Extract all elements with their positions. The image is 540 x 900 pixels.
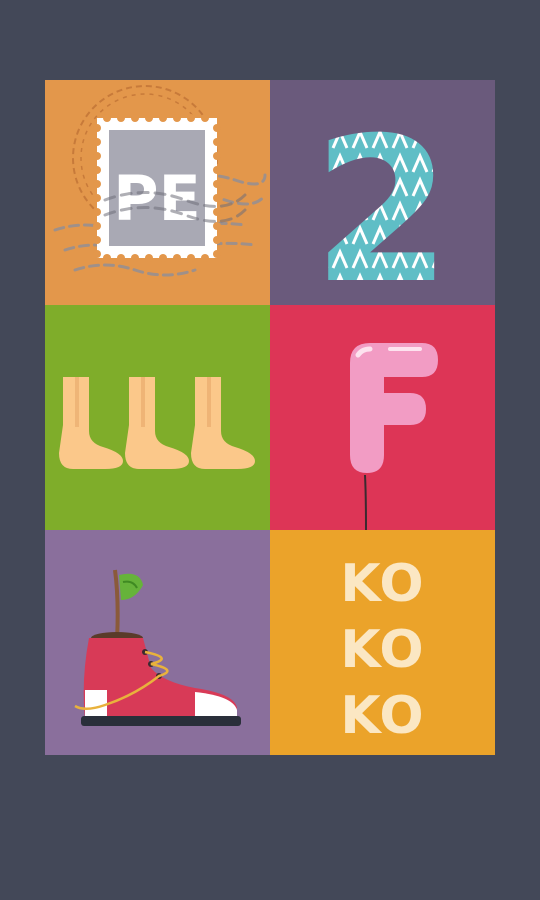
number-label: 2 (312, 95, 451, 305)
tile-balloon[interactable]: F (270, 305, 495, 530)
tile-number[interactable]: 2 (270, 80, 495, 305)
number-two-icon: 2 (312, 95, 451, 305)
tile-feet[interactable] (45, 305, 270, 530)
balloon-label: F (270, 305, 271, 306)
three-feet-icon (59, 377, 255, 469)
tile-shoe[interactable] (45, 530, 270, 755)
stamp-label: PE (113, 162, 201, 235)
ko-line-2: KO (340, 620, 425, 680)
tile-stamp[interactable]: PE (45, 80, 270, 305)
ko-line-1: KO (340, 554, 425, 614)
rebus-grid: PE 2 F KO KO KO (45, 80, 495, 755)
letter-f-balloon-icon: F (270, 305, 438, 530)
tile-ko[interactable]: KO KO KO (270, 530, 495, 755)
shoe-plant-pot-icon (74, 569, 241, 726)
ko-line-3: KO (340, 686, 425, 746)
postage-stamp-icon: PE (53, 85, 267, 277)
